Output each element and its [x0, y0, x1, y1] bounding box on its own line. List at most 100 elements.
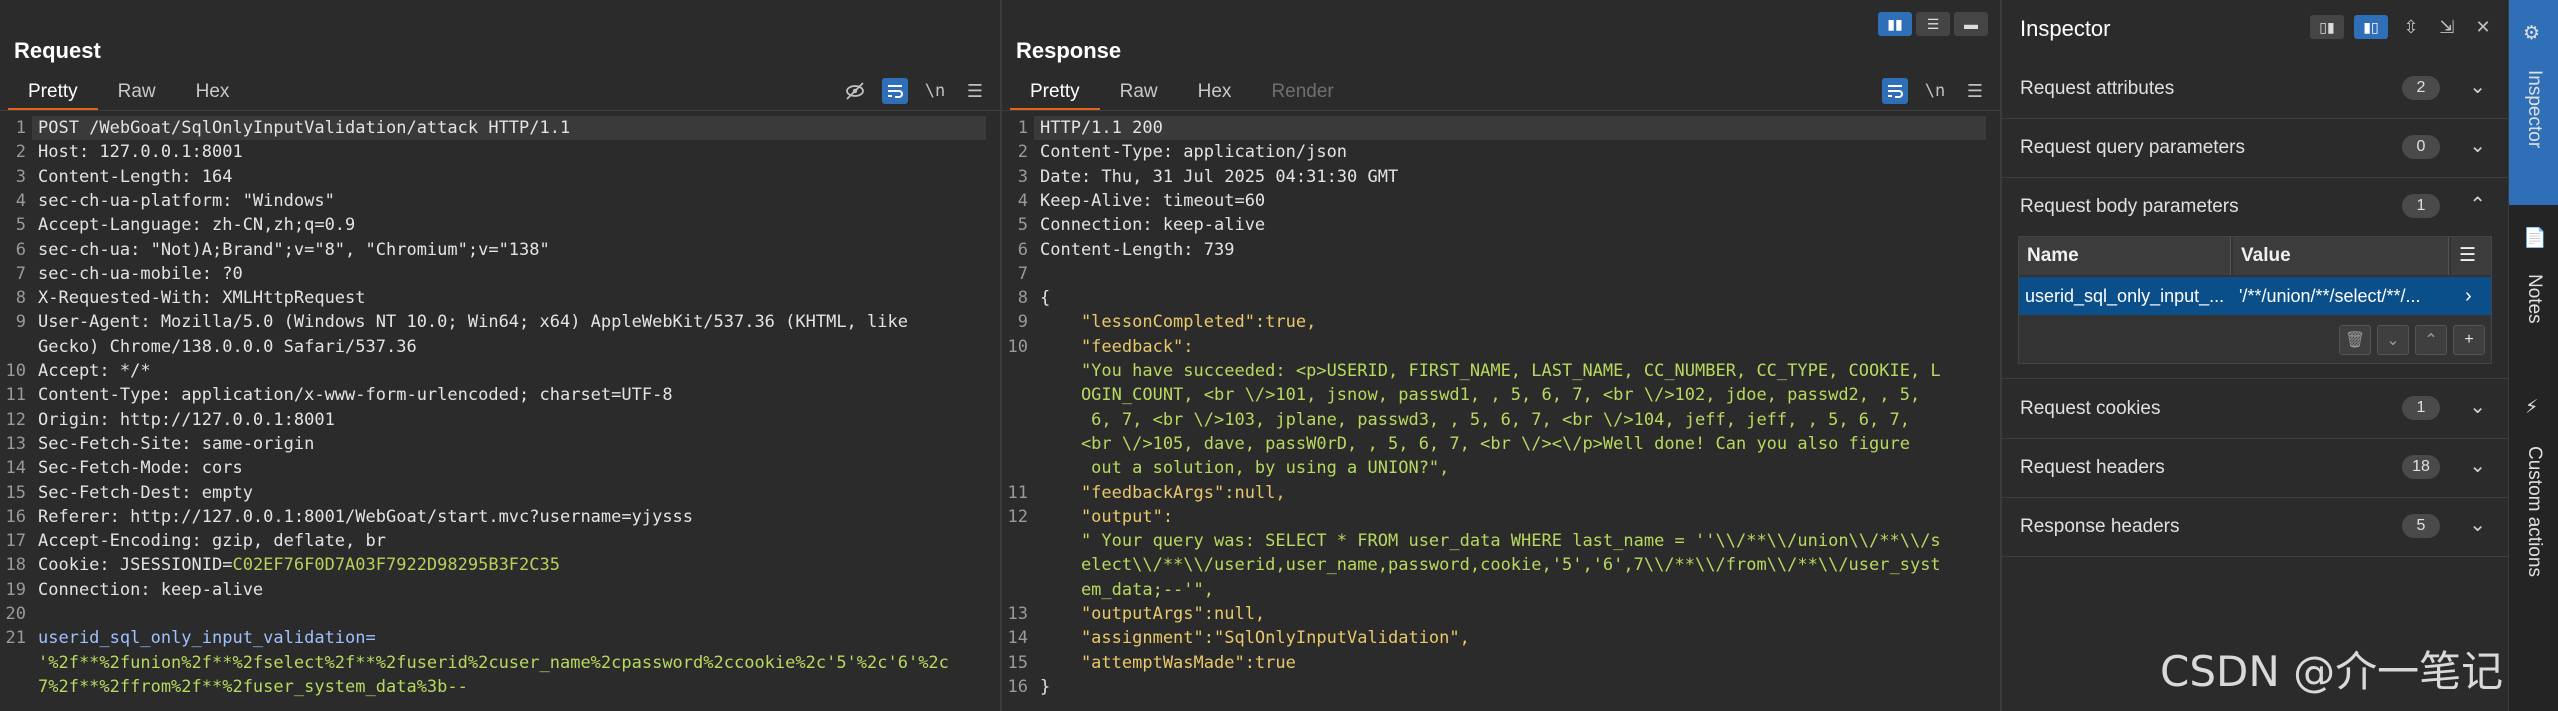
- code-line: Origin: http://127.0.0.1:8001: [38, 409, 335, 430]
- code-line: Date: Thu, 31 Jul 2025 04:31:30 GMT: [1040, 166, 1399, 187]
- response-divider: [1002, 110, 2000, 111]
- column-value-header[interactable]: Value: [2233, 237, 2449, 275]
- line-number: 20: [5, 604, 26, 624]
- response-tab-render: Render: [1271, 81, 1334, 102]
- code-line: OGIN_COUNT, <br \/>101, jsnow, passwd1, …: [1040, 385, 1921, 406]
- code-line: }: [1040, 676, 1051, 697]
- code-line: userid_sql_only_input_validation=: [38, 628, 376, 649]
- request-tab-pretty[interactable]: Pretty: [8, 78, 98, 111]
- split-horizontal-icon[interactable]: ▮▮: [1878, 12, 1912, 36]
- line-number: 2: [1017, 142, 1028, 163]
- menu-icon[interactable]: ☰: [1962, 78, 1988, 104]
- count-badge: 2: [2402, 76, 2440, 100]
- code-line: Connection: keep-alive: [38, 579, 264, 600]
- line-number: 9: [1017, 312, 1028, 333]
- section-request-query-parameters[interactable]: Request query parameters 0 ⌄: [2002, 119, 2508, 178]
- code-line: " Your query was: SELECT * FROM user_dat…: [1040, 531, 1941, 552]
- code-line: User-Agent: Mozilla/5.0 (Windows NT 10.0…: [38, 312, 908, 333]
- inspector-title: Inspector: [2020, 16, 2111, 41]
- expand-icon[interactable]: ⇳: [2398, 14, 2424, 40]
- layout-right-icon[interactable]: ▮▯: [2354, 15, 2388, 39]
- wrap-icon[interactable]: [882, 78, 908, 104]
- request-tab-raw[interactable]: Raw: [98, 78, 176, 108]
- code-line: "outputArgs":null,: [1040, 604, 1266, 624]
- layout-left-icon[interactable]: ▯▮: [2310, 15, 2344, 39]
- delete-icon[interactable]: 🗑: [2339, 325, 2371, 355]
- code-line: sec-ch-ua-mobile: ?0: [38, 263, 243, 284]
- eye-slash-icon[interactable]: [842, 78, 868, 104]
- rail-label: Notes: [2524, 274, 2545, 324]
- request-tab-hex[interactable]: Hex: [176, 78, 250, 108]
- line-number: 16: [5, 506, 26, 527]
- move-up-icon[interactable]: ⌃: [2415, 325, 2447, 355]
- request-toolbar: \n ☰: [842, 78, 988, 104]
- response-title: Response: [1016, 38, 1122, 63]
- section-request-headers[interactable]: Request headers 18 ⌄: [2002, 439, 2508, 498]
- rail-custom-actions[interactable]: ⚡ Custom actions: [2509, 380, 2558, 620]
- menu-icon[interactable]: ☰: [962, 78, 988, 104]
- line-number: 14: [5, 458, 26, 479]
- code-line: Accept: */*: [38, 361, 151, 381]
- section-label: Request cookies: [2020, 398, 2161, 419]
- line-number: 8: [15, 288, 26, 309]
- rail-label: Inspector: [2524, 70, 2545, 149]
- request-pane: Request Pretty Raw Hex \n ☰ 1 POST /WebGo…: [0, 0, 1002, 711]
- code-line: Host: 127.0.0.1:8001: [38, 142, 243, 163]
- section-request-cookies[interactable]: Request cookies 1 ⌄: [2002, 380, 2508, 439]
- line-number: 7: [1017, 263, 1028, 284]
- request-tabs: Pretty Raw Hex: [8, 78, 250, 111]
- request-editor[interactable]: 1 POST /WebGoat/SqlOnlyInputValidation/at…: [0, 114, 1000, 711]
- close-icon[interactable]: ✕: [2470, 14, 2496, 40]
- count-badge: 0: [2402, 135, 2440, 159]
- line-number: 19: [5, 579, 26, 600]
- table-row[interactable]: userid_sql_only_input_... '/**/union/**/…: [2019, 277, 2491, 315]
- line-number: 3: [1017, 166, 1028, 187]
- line-number: 6: [1017, 239, 1028, 260]
- rail-inspector[interactable]: ⚙ Inspector: [2509, 0, 2558, 205]
- code-line: "lessonCompleted":true,: [1040, 312, 1317, 333]
- rail-notes[interactable]: 📄 Notes: [2509, 210, 2558, 360]
- add-icon[interactable]: +: [2453, 325, 2485, 355]
- count-badge: 18: [2402, 455, 2440, 479]
- response-tab-raw[interactable]: Raw: [1100, 78, 1178, 108]
- section-label: Response headers: [2020, 516, 2180, 537]
- response-editor[interactable]: 1 HTTP/1.1 200 2 Content-Type: application/…: [1002, 114, 2000, 711]
- chevron-down-icon: ⌄: [2469, 396, 2486, 418]
- chevron-right-icon[interactable]: ›: [2459, 277, 2483, 315]
- section-label: Request headers: [2020, 457, 2165, 478]
- inspector-panel: Inspector ▯▮ ▮▯ ⇳ ⇲ ✕ Request attributes…: [2002, 0, 2508, 711]
- response-tab-hex[interactable]: Hex: [1178, 78, 1252, 108]
- column-options-icon[interactable]: ☰: [2451, 237, 2491, 275]
- code-line: out a solution, by using a UNION?",: [1040, 458, 1450, 479]
- collapse-icon[interactable]: ⇲: [2434, 14, 2460, 40]
- watermark: CSDN @介一笔记: [2160, 647, 2504, 696]
- side-rail: ⚙ Inspector 📄 Notes ⚡ Custom actions: [2508, 0, 2558, 711]
- section-request-attributes[interactable]: Request attributes 2 ⌄: [2002, 60, 2508, 119]
- request-title: Request: [14, 38, 101, 63]
- section-response-headers[interactable]: Response headers 5 ⌄: [2002, 498, 2508, 557]
- tabs-layout-icon[interactable]: ▬: [1954, 12, 1988, 36]
- newline-icon[interactable]: \n: [1922, 78, 1948, 104]
- inspector-toolbar: ▯▮ ▮▯ ⇳ ⇲ ✕: [2310, 14, 2496, 40]
- code-line: sec-ch-ua-platform: "Windows": [38, 190, 335, 211]
- notes-icon: 📄: [2523, 228, 2547, 249]
- split-vertical-icon[interactable]: ☰: [1916, 12, 1950, 36]
- response-tab-pretty[interactable]: Pretty: [1010, 78, 1100, 111]
- newline-icon[interactable]: \n: [922, 78, 948, 104]
- move-down-icon[interactable]: ⌄: [2377, 325, 2409, 355]
- code-line: X-Requested-With: XMLHttpRequest: [38, 288, 366, 309]
- line-number: 7: [15, 263, 26, 284]
- layout-toggle: ▮▮ ☰ ▬: [1878, 12, 1988, 36]
- code-line: Sec-Fetch-Site: same-origin: [38, 433, 315, 454]
- code-line: Keep-Alive: timeout=60: [1040, 190, 1266, 211]
- column-name-header[interactable]: Name: [2019, 237, 2231, 275]
- count-badge: 5: [2402, 514, 2440, 538]
- line-number: 10: [1007, 336, 1028, 357]
- rail-label: Custom actions: [2524, 446, 2545, 577]
- line-number: 4: [15, 190, 26, 211]
- section-label: Request body parameters: [2020, 196, 2239, 217]
- line-number: 12: [5, 409, 26, 430]
- code-line: '%2f**%2funion%2f**%2fselect%2f**%2fuser…: [38, 652, 949, 673]
- line-number: 11: [1007, 482, 1028, 503]
- wrap-icon[interactable]: [1882, 78, 1908, 104]
